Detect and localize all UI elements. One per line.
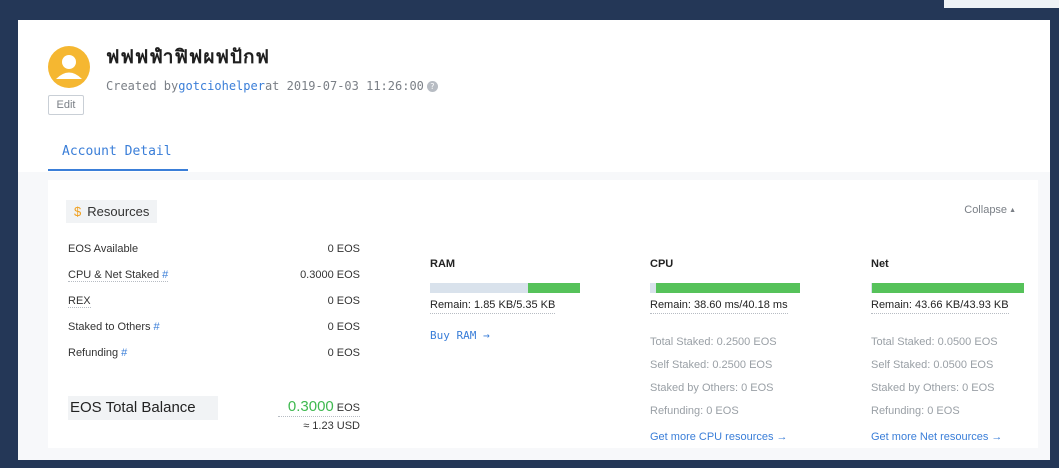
net-total-staked: Total Staked: 0.0500 EOS	[871, 336, 998, 348]
ram-remain: Remain: 1.85 KB/5.35 KB	[430, 299, 556, 314]
balance-value: 0.3000 EOS	[300, 269, 360, 281]
balance-value: 0 EOS	[327, 347, 360, 359]
balance-row-cpu-net-staked: CPU & Net Staked # 0.3000 EOS	[68, 264, 360, 290]
resources-title: Resources	[87, 204, 150, 219]
cpu-remain: Remain: 38.60 ms/40.18 ms	[650, 299, 788, 314]
top-right-strip	[944, 0, 1059, 8]
resources-panel: $ Resources Collapse ▲ EOS Available 0 EOS…	[48, 180, 1038, 448]
balance-label: REX	[68, 295, 91, 308]
created-info: Created bygotciohelperat 2019-07-03 11:2…	[106, 79, 438, 93]
resources-heading: $ Resources	[66, 200, 158, 223]
total-divider	[278, 416, 360, 417]
balance-list: EOS Available 0 EOS CPU & Net Staked # 0.…	[68, 238, 360, 368]
buy-ram-link[interactable]: Buy RAM →	[430, 329, 490, 342]
hash-link[interactable]: #	[162, 269, 168, 281]
total-balance: EOS Total Balance 0.3000 EOS ≈ 1.23 USD	[68, 396, 360, 438]
net-refunding: Refunding: 0 EOS	[871, 405, 960, 417]
info-icon[interactable]: ?	[426, 81, 438, 92]
edit-button[interactable]: Edit	[48, 95, 84, 115]
created-timestamp: at 2019-07-03 11:26:00	[264, 79, 424, 93]
balance-label: EOS Available	[68, 243, 139, 255]
balance-value: 0 EOS	[327, 243, 360, 255]
ram-usage-fill	[528, 283, 580, 293]
net-self-staked: Self Staked: 0.0500 EOS	[871, 359, 994, 371]
total-label: EOS Total Balance	[70, 399, 196, 416]
account-header: Edit ฟฟฟฟำฟิฟผฟปักฟ Created bygotciohelp…	[18, 20, 1050, 172]
cpu-title: CPU	[650, 258, 674, 270]
balance-row-eos-available: EOS Available 0 EOS	[68, 238, 360, 264]
net-remain: Remain: 43.66 KB/43.93 KB	[871, 299, 1009, 314]
balance-label: Refunding #	[68, 347, 127, 359]
balance-row-refunding: Refunding # 0 EOS	[68, 342, 360, 368]
balance-label-text: Staked to Others	[68, 321, 151, 333]
caret-up-icon: ▲	[1009, 206, 1016, 214]
cpu-total-staked: Total Staked: 0.2500 EOS	[650, 336, 777, 348]
tab-account-detail[interactable]: Account Detail	[48, 140, 188, 171]
balance-label-text: CPU & Net Staked	[68, 269, 160, 281]
balance-row-rex: REX 0 EOS	[68, 290, 360, 316]
get-more-net-link[interactable]: Get more Net resources →	[871, 431, 1002, 443]
net-title: Net	[871, 258, 889, 270]
cpu-staked-by-others: Staked by Others: 0 EOS	[650, 382, 774, 394]
creator-link[interactable]: gotciohelper	[178, 79, 265, 93]
ram-title: RAM	[430, 258, 456, 270]
collapse-toggle[interactable]: Collapse ▲	[964, 204, 1016, 216]
cpu-self-staked: Self Staked: 0.2500 EOS	[650, 359, 773, 371]
total-usd: ≈ 1.23 USD	[303, 420, 360, 432]
total-label-box: EOS Total Balance	[68, 396, 218, 420]
balance-label: Staked to Others #	[68, 321, 160, 333]
balance-value: 0 EOS	[327, 295, 360, 307]
cpu-refunding: Refunding: 0 EOS	[650, 405, 739, 417]
created-prefix: Created by	[106, 79, 179, 93]
cpu-usage-fill	[655, 283, 800, 293]
collapse-label: Collapse	[964, 204, 1008, 216]
net-staked-by-others: Staked by Others: 0 EOS	[871, 382, 995, 394]
total-unit: EOS	[336, 402, 360, 414]
dollar-icon: $	[74, 204, 82, 219]
balance-row-staked-to-others: Staked to Others # 0 EOS	[68, 316, 360, 342]
balance-label: CPU & Net Staked #	[68, 269, 169, 282]
cpu-usage-bar	[650, 283, 800, 293]
total-value: 0.3000 EOS	[288, 398, 360, 416]
net-usage-bar	[871, 283, 1024, 293]
ram-usage-bar	[430, 283, 580, 293]
balance-label-text: Refunding	[68, 347, 119, 359]
total-amount: 0.3000	[287, 398, 334, 415]
avatar-icon	[48, 46, 90, 88]
hash-link[interactable]: #	[121, 347, 127, 359]
account-name: ฟฟฟฟำฟิฟผฟปักฟ	[106, 47, 270, 68]
get-more-cpu-link[interactable]: Get more CPU resources →	[650, 431, 788, 443]
account-page: Edit ฟฟฟฟำฟิฟผฟปักฟ Created bygotciohelp…	[18, 20, 1050, 460]
net-usage-fill	[871, 283, 1024, 293]
hash-link[interactable]: #	[154, 321, 160, 333]
balance-value: 0 EOS	[327, 321, 360, 333]
